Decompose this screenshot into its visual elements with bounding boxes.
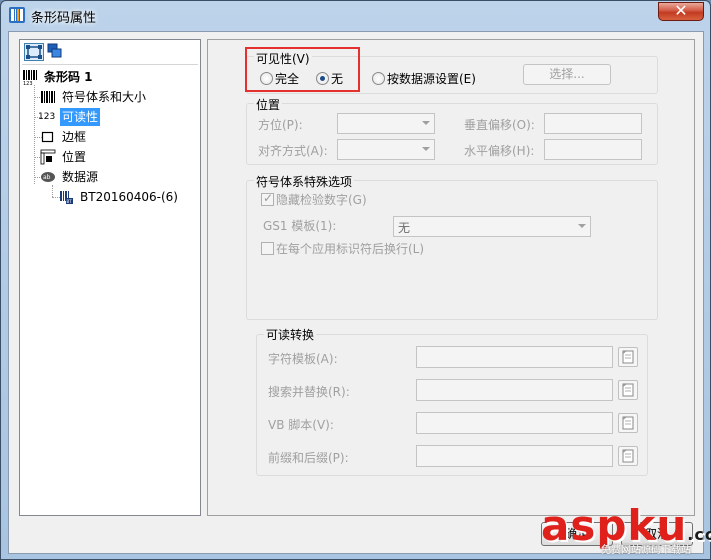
char-template-edit-button[interactable]: [618, 347, 638, 367]
database-barcode-icon: BT: [60, 191, 73, 204]
barcode-icon: [41, 91, 55, 103]
object-layout-button[interactable]: [24, 43, 44, 61]
tree-item-datasource[interactable]: ab 数据源: [40, 168, 190, 186]
title-bar: 条形码属性 ✕: [1, 1, 710, 31]
tree-item-symbology[interactable]: 符号体系和大小: [40, 88, 190, 106]
layers-icon: [47, 43, 62, 58]
char-template-label: 字符模板(A):: [268, 352, 338, 366]
chevron-down-icon: [422, 121, 430, 125]
char-template-input[interactable]: [416, 346, 613, 368]
tree-root-label: 条形码 1: [44, 70, 93, 84]
svg-text:BT: BT: [67, 199, 73, 204]
prefix-suffix-edit-button[interactable]: [618, 446, 638, 466]
prefix-suffix-label: 前缀和后缀(P):: [268, 451, 349, 465]
visibility-datasource-radio[interactable]: [372, 72, 385, 85]
tree-item-readability[interactable]: 123 可读性: [38, 108, 190, 126]
close-icon: ✕: [674, 1, 688, 20]
watermark-subtitle: 免费网站源码下载站: [601, 545, 691, 556]
tree-item-label: 位置: [62, 150, 87, 164]
position-group-title: 位置: [254, 96, 283, 113]
edit-document-icon: [622, 449, 634, 463]
svg-text:123: 123: [23, 81, 33, 85]
search-replace-edit-button[interactable]: [618, 380, 638, 400]
edit-document-icon: [622, 350, 634, 364]
select-button[interactable]: 选择...: [523, 64, 611, 85]
edit-document-icon: [622, 383, 634, 397]
annotation-highlight-box: [245, 47, 360, 92]
tree-connector: [34, 85, 35, 184]
tree-item-border[interactable]: 边框: [40, 128, 190, 146]
gs1-template-select[interactable]: 无: [393, 216, 591, 237]
tree-item-position[interactable]: 位置: [40, 148, 190, 166]
symbology-options-title: 符号体系特殊选项: [254, 173, 355, 190]
barcode-icon: 123: [23, 70, 37, 85]
search-replace-label: 搜索并替换(R):: [268, 385, 350, 399]
alignment-select[interactable]: [337, 139, 435, 160]
tree-item-datasource-child[interactable]: BT BT20160406-(6): [58, 188, 198, 206]
readable-conversion-title: 可读转换: [264, 326, 317, 343]
prefix-suffix-input[interactable]: [416, 445, 613, 467]
close-button[interactable]: ✕: [658, 1, 704, 21]
horizontal-offset-label: 水平偏移(H):: [464, 144, 535, 158]
alignment-label: 对齐方式(A):: [258, 144, 328, 158]
vb-script-edit-button[interactable]: [618, 413, 638, 433]
search-replace-input[interactable]: [416, 379, 613, 401]
property-tree-panel: 123 条形码 1 符号体系和大小 123 可读性 边框 位置 ab 数据源 B…: [19, 39, 201, 516]
readable-123-icon: 123: [38, 112, 56, 122]
gs1-template-label: GS1 模板(1):: [263, 219, 337, 233]
orientation-select[interactable]: [337, 113, 435, 134]
vb-script-input[interactable]: [416, 412, 613, 434]
gs1-template-value: 无: [398, 221, 411, 235]
layers-button[interactable]: [46, 43, 66, 61]
tree-connector: [52, 185, 53, 197]
app-icon: [9, 7, 25, 23]
vb-script-label: VB 脚本(V):: [268, 418, 334, 432]
tree-item-label: 边框: [62, 130, 87, 144]
tree-item-label: 可读性: [60, 108, 101, 126]
newline-after-ai-label: 在每个应用标识符后换行(L): [276, 242, 425, 256]
newline-after-ai-checkbox[interactable]: [261, 242, 274, 255]
orientation-label: 方位(P):: [258, 118, 303, 132]
dialog-client: 123 条形码 1 符号体系和大小 123 可读性 边框 位置 ab 数据源 B…: [8, 31, 704, 554]
object-layout-icon: [26, 45, 42, 59]
dialog-window: 条形码属性 ✕ 123 条形码 1 符号体系和大小 123 可读性 边框 位置 …: [0, 0, 711, 560]
readability-settings-panel: 可见性(V) 完全 无 按数据源设置(E) 选择... 位置 方位(P): 垂直…: [207, 39, 695, 516]
svg-text:ab: ab: [43, 174, 51, 181]
tree-item-label: 符号体系和大小: [62, 90, 147, 104]
vertical-offset-label: 垂直偏移(O):: [464, 118, 535, 132]
datasource-icon: ab: [41, 172, 55, 182]
visibility-datasource-label: 按数据源设置(E): [387, 72, 476, 86]
tree-root-barcode[interactable]: 123 条形码 1: [22, 68, 192, 86]
hide-check-digit-label: 隐藏检验数字(G): [276, 193, 367, 207]
tree-item-label: BT20160406-(6): [80, 190, 178, 204]
chevron-down-icon: [422, 147, 430, 151]
border-square-icon: [41, 131, 54, 143]
position-ruler-icon: [40, 149, 56, 165]
hide-check-digit-checkbox[interactable]: [261, 191, 274, 206]
tree-toolbar: [22, 42, 198, 65]
chevron-down-icon: [578, 224, 586, 228]
edit-document-icon: [622, 416, 634, 430]
tree-item-label: 数据源: [62, 170, 99, 184]
vertical-offset-input[interactable]: [544, 113, 642, 134]
horizontal-offset-input[interactable]: [544, 139, 642, 160]
window-title: 条形码属性: [31, 11, 97, 26]
